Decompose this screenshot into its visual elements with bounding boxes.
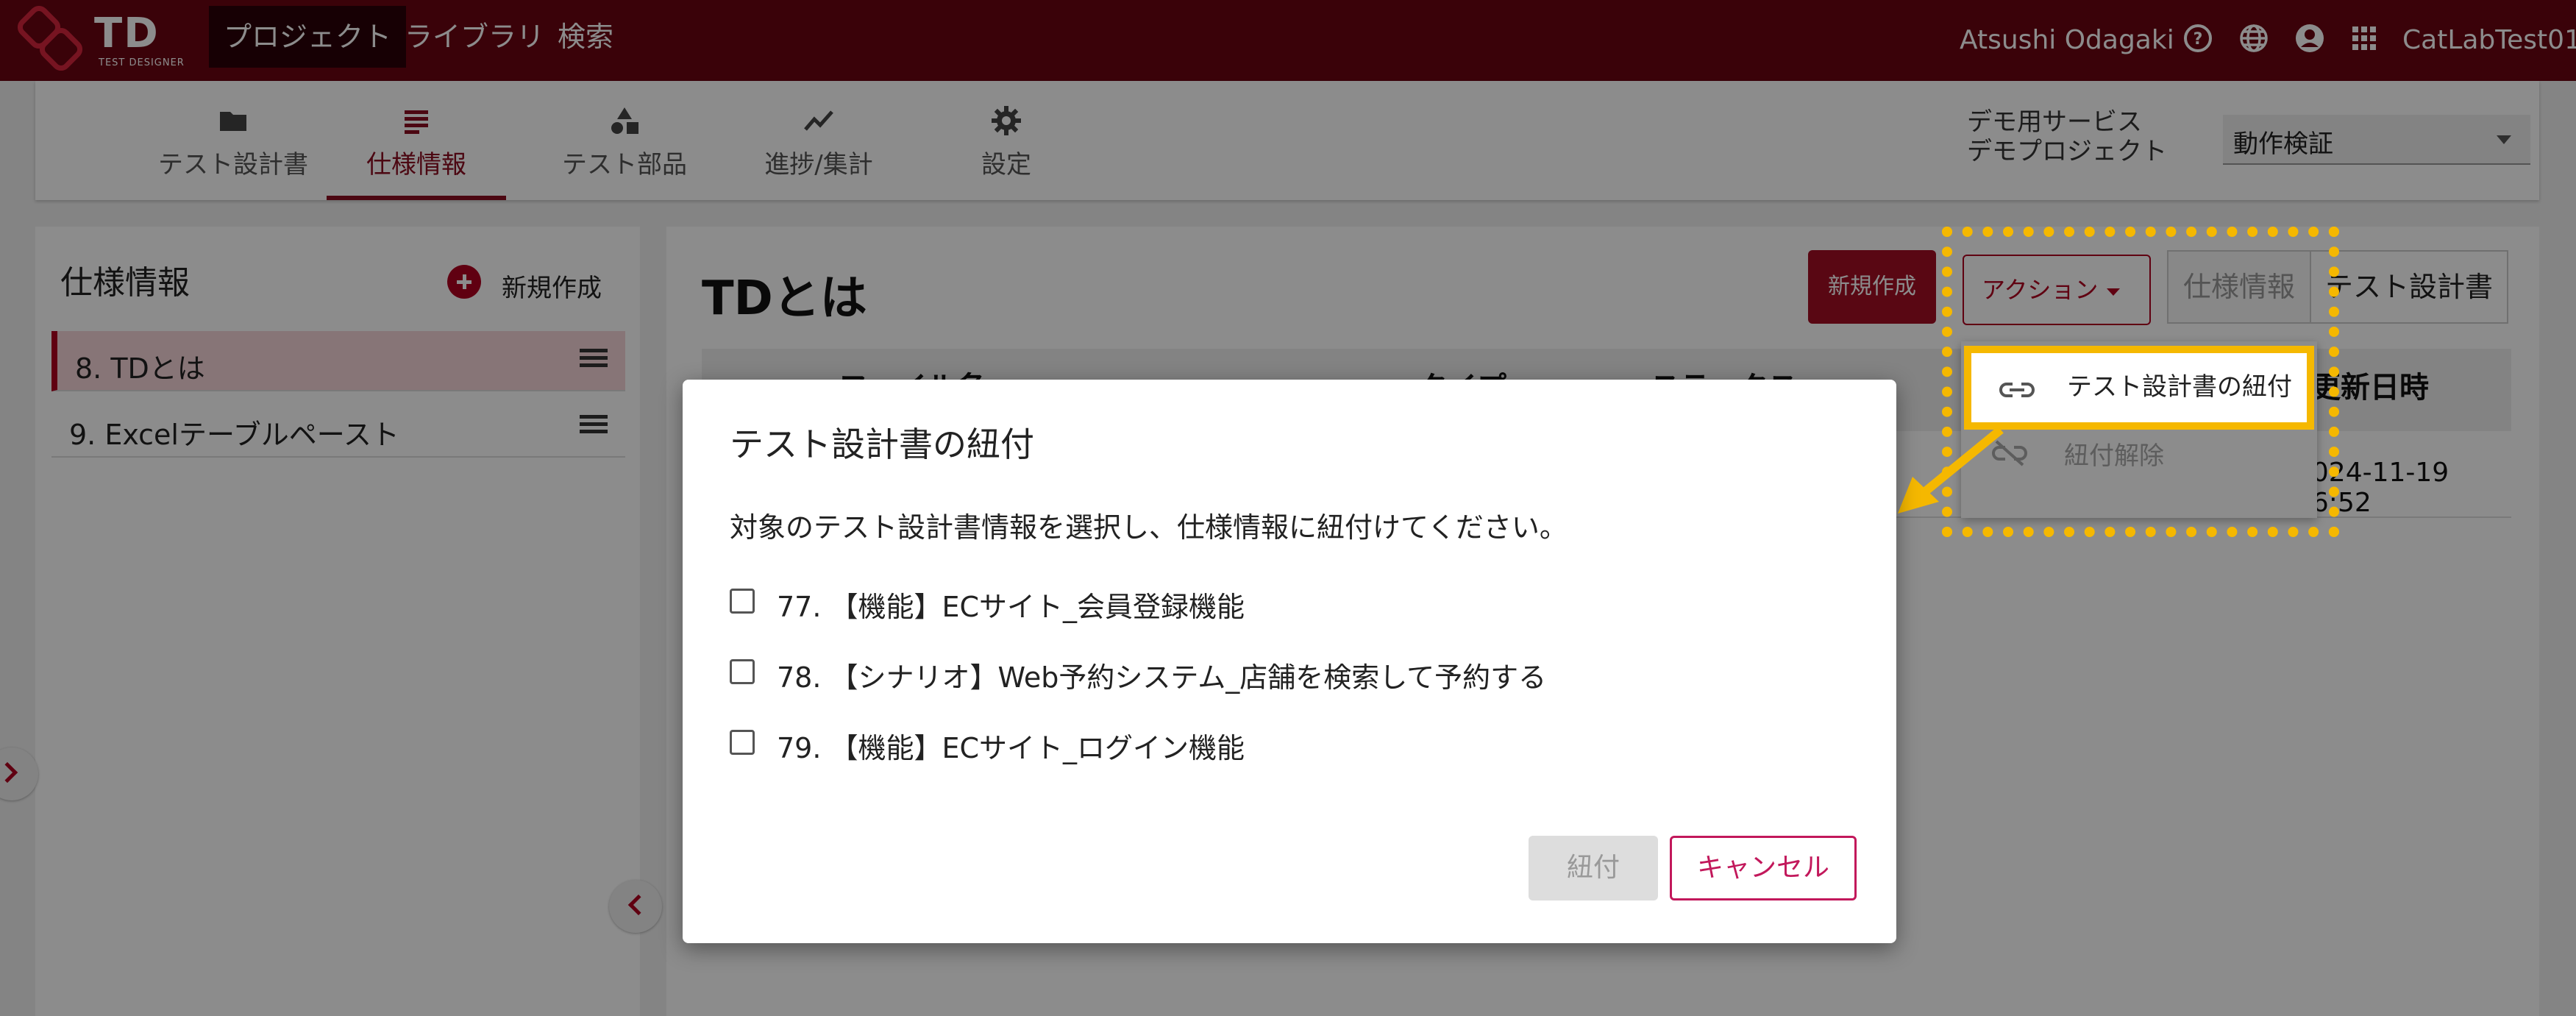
option-label: 79. 【機能】ECサイト_ログイン機能 xyxy=(777,732,1245,764)
checkbox[interactable] xyxy=(730,589,755,614)
checkbox[interactable] xyxy=(730,659,755,684)
annotation-arrow-icon xyxy=(1898,426,2004,514)
dialog-description: 対象のテスト設計書情報を選択し、仕様情報に紐付けてください。 xyxy=(730,511,1568,544)
dialog-title: テスト設計書の紐付 xyxy=(730,424,1034,464)
checkbox[interactable] xyxy=(730,730,755,755)
link-add-icon xyxy=(1999,383,2035,397)
cancel-button[interactable]: キャンセル xyxy=(1670,836,1857,900)
option-label: 78. 【シナリオ】Web予約システム_店舗を検索して予約する xyxy=(777,661,1547,694)
highlight-label: テスト設計書の紐付 xyxy=(2067,372,2292,402)
link-confirm-button[interactable]: 紐付 xyxy=(1529,836,1658,900)
link-test-design-dialog: テスト設計書の紐付 対象のテスト設計書情報を選択し、仕様情報に紐付けてください。… xyxy=(683,380,1896,943)
highlight-link-menu-item: テスト設計書の紐付 xyxy=(1964,346,2314,430)
option-label: 77. 【機能】ECサイト_会員登録機能 xyxy=(777,591,1245,623)
